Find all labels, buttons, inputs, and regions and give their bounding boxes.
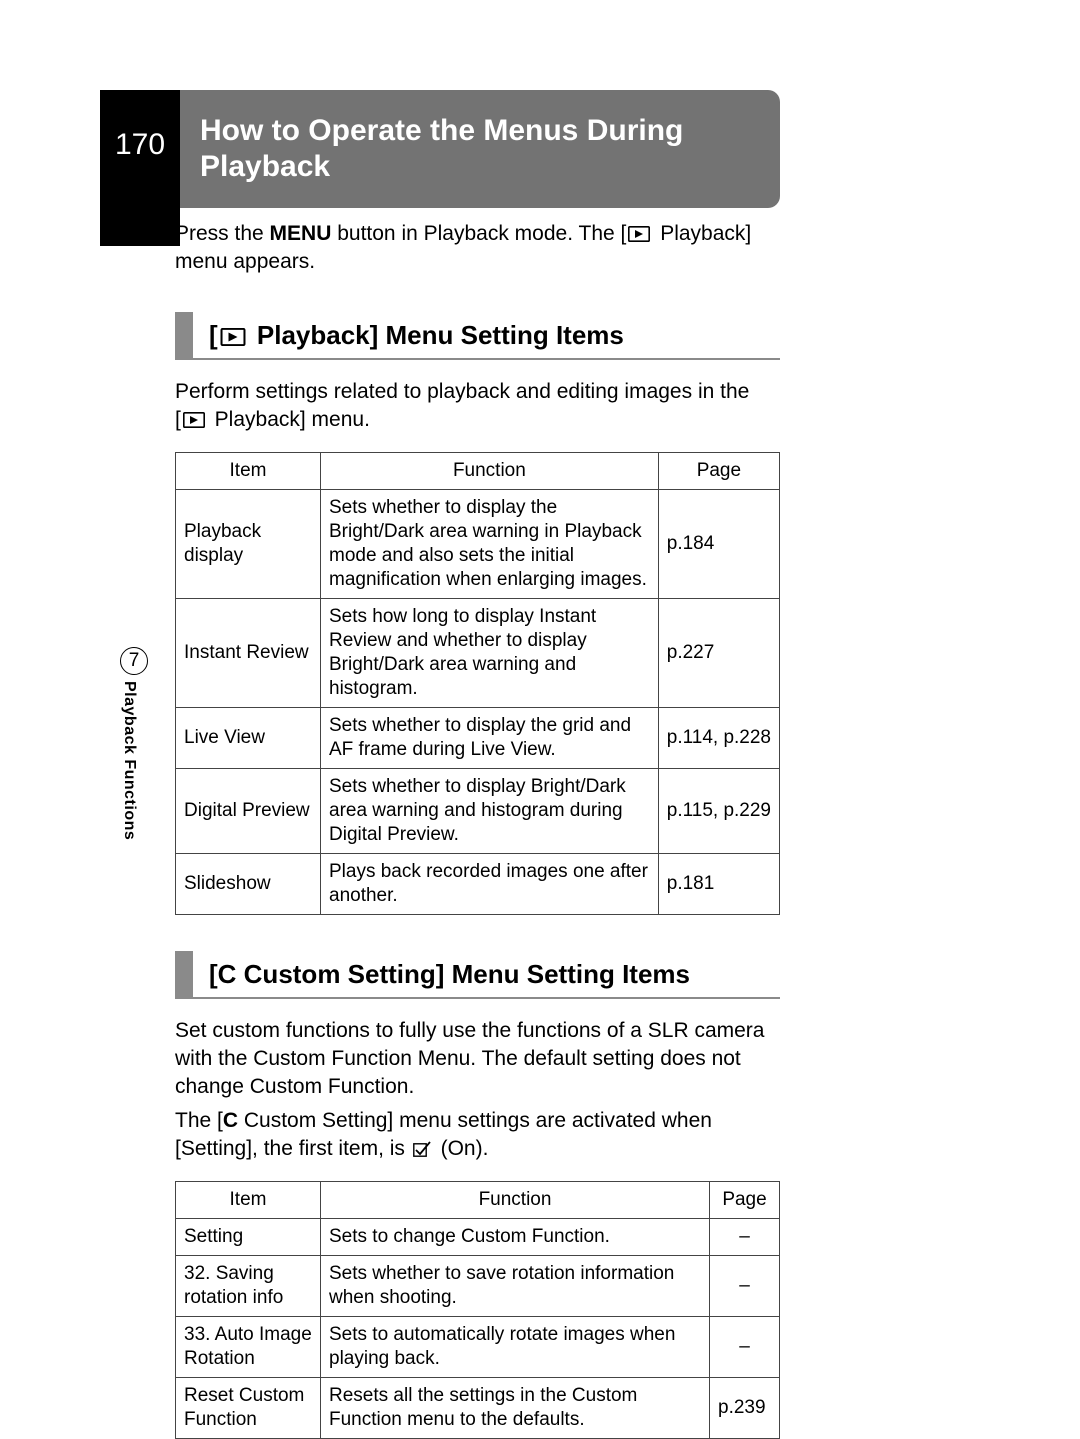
cell-func: Sets how long to display Instant Review … xyxy=(321,599,659,708)
menu-button-label: MENU xyxy=(270,222,332,245)
custom-desc-a: Set custom functions to fully use the fu… xyxy=(175,1017,780,1101)
page-title: How to Operate the Menus During Playback xyxy=(200,113,756,185)
cell-page: – xyxy=(710,1317,780,1378)
desc-bracket: The [ xyxy=(175,1109,223,1132)
col-page: Page xyxy=(658,453,779,490)
section-title: [ Playback] Menu Setting Items xyxy=(209,321,624,349)
table-row: Instant Review Sets how long to display … xyxy=(176,599,780,708)
intro-paragraph: Press the MENU button in Playback mode. … xyxy=(175,220,780,276)
playback-icon xyxy=(183,412,205,428)
cell-func: Sets whether to save rotation informatio… xyxy=(321,1256,710,1317)
cell-item: Reset Custom Function xyxy=(176,1378,321,1439)
col-function: Function xyxy=(321,453,659,490)
desc-bracket: [ xyxy=(175,408,181,431)
cell-func: Sets whether to display Bright/Dark area… xyxy=(321,769,659,854)
cell-item: Digital Preview xyxy=(176,769,321,854)
page-number-block: 170 xyxy=(100,90,180,246)
body-column: Press the MENU button in Playback mode. … xyxy=(175,220,780,1439)
cell-page: p.184 xyxy=(658,490,779,599)
cell-item: Playback display xyxy=(176,490,321,599)
cell-item: Setting xyxy=(176,1219,321,1256)
chapter-number-badge: 7 xyxy=(120,647,148,675)
cell-page: p.181 xyxy=(658,854,779,915)
cell-page: – xyxy=(710,1219,780,1256)
section-title: [C Custom Setting] Menu Setting Items xyxy=(209,960,690,988)
section-custom-setting: [C Custom Setting] Menu Setting Items Se… xyxy=(175,951,780,1439)
table-header-row: Item Function Page xyxy=(176,453,780,490)
playback-settings-table: Item Function Page Playback display Sets… xyxy=(175,452,780,915)
cell-page: – xyxy=(710,1256,780,1317)
section-accent xyxy=(175,951,193,999)
cell-item: Instant Review xyxy=(176,599,321,708)
page-number: 170 xyxy=(115,128,165,162)
section-playback-desc: Perform settings related to playback and… xyxy=(175,378,780,434)
cell-item: 33. Auto Image Rotation xyxy=(176,1317,321,1378)
playback-icon xyxy=(220,328,246,346)
checkbox-on-icon xyxy=(413,1141,431,1157)
chapter-label: Playback Functions xyxy=(120,681,138,840)
cell-func: Resets all the settings in the Custom Fu… xyxy=(321,1378,710,1439)
table-header-row: Item Function Page xyxy=(176,1182,780,1219)
table-row: Reset Custom Function Resets all the set… xyxy=(176,1378,780,1439)
section-heading-bar: [ Playback] Menu Setting Items xyxy=(175,312,780,360)
chapter-number: 7 xyxy=(129,650,140,672)
desc-text-end: (On). xyxy=(435,1137,489,1160)
cell-item: Slideshow xyxy=(176,854,321,915)
desc-text-b: Playback] menu. xyxy=(209,408,370,431)
table-row: Live View Sets whether to display the gr… xyxy=(176,708,780,769)
section-playback-menu: [ Playback] Menu Setting Items Perform s… xyxy=(175,312,780,915)
heading-text: Playback] Menu Setting Items xyxy=(250,320,624,350)
custom-settings-table: Item Function Page Setting Sets to chang… xyxy=(175,1181,780,1439)
table-row: Setting Sets to change Custom Function. … xyxy=(176,1219,780,1256)
col-page: Page xyxy=(710,1182,780,1219)
intro-text-b: button in Playback mode. The [ xyxy=(331,222,626,245)
desc-bold-c: C xyxy=(223,1109,238,1132)
intro-text-a: Press the xyxy=(175,222,270,245)
heading-bracket: [ xyxy=(209,320,218,350)
table-row: 32. Saving rotation info Sets whether to… xyxy=(176,1256,780,1317)
cell-page: p.227 xyxy=(658,599,779,708)
table-row: Digital Preview Sets whether to display … xyxy=(176,769,780,854)
cell-item: 32. Saving rotation info xyxy=(176,1256,321,1317)
manual-page: 170 How to Operate the Menus During Play… xyxy=(0,0,1080,1410)
table-row: Playback display Sets whether to display… xyxy=(176,490,780,599)
desc-text-a: Perform settings related to playback and… xyxy=(175,380,749,403)
page-title-band: How to Operate the Menus During Playback xyxy=(180,90,780,208)
cell-func: Sets whether to display the Bright/Dark … xyxy=(321,490,659,599)
col-function: Function xyxy=(321,1182,710,1219)
cell-func: Plays back recorded images one after ano… xyxy=(321,854,659,915)
cell-func: Sets whether to display the grid and AF … xyxy=(321,708,659,769)
cell-item: Live View xyxy=(176,708,321,769)
table-row: 33. Auto Image Rotation Sets to automati… xyxy=(176,1317,780,1378)
cell-page: p.239 xyxy=(710,1378,780,1439)
playback-icon xyxy=(628,226,650,242)
section-heading-bar: [C Custom Setting] Menu Setting Items xyxy=(175,951,780,999)
section-title-wrap: [C Custom Setting] Menu Setting Items xyxy=(193,951,780,999)
col-item: Item xyxy=(176,1182,321,1219)
table-row: Slideshow Plays back recorded images one… xyxy=(176,854,780,915)
chapter-tab: 7 Playback Functions xyxy=(120,647,150,840)
cell-func: Sets to change Custom Function. xyxy=(321,1219,710,1256)
section-title-wrap: [ Playback] Menu Setting Items xyxy=(193,312,780,360)
custom-desc-b: The [C Custom Setting] menu settings are… xyxy=(175,1107,780,1163)
cell-page: p.114, p.228 xyxy=(658,708,779,769)
cell-func: Sets to automatically rotate images when… xyxy=(321,1317,710,1378)
section-accent xyxy=(175,312,193,360)
col-item: Item xyxy=(176,453,321,490)
cell-page: p.115, p.229 xyxy=(658,769,779,854)
